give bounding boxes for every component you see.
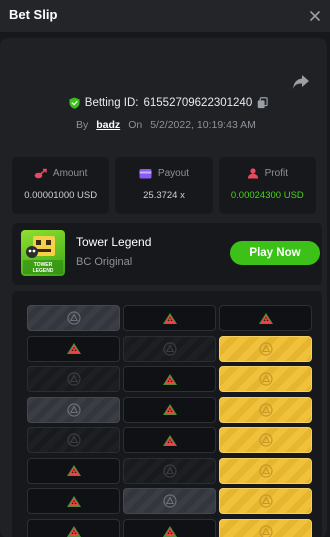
board-cell	[27, 427, 120, 453]
watermelon-icon	[66, 465, 81, 476]
game-thumbnail[interactable]: TOWER LEGEND	[21, 230, 65, 276]
profit-stat: Profit 0.00024300 USD	[218, 157, 316, 214]
board-cell	[219, 335, 312, 362]
tower-gem-icon	[258, 341, 273, 356]
tower-gem-icon	[162, 463, 177, 478]
watermelon-icon	[162, 312, 177, 324]
tower-legend-logo-icon: TOWER LEGEND	[23, 236, 63, 274]
bet-info-card: Betting ID: 61552709622301240 By badz On…	[0, 38, 327, 537]
close-icon	[310, 11, 320, 21]
payout-stat-header: Payout	[115, 168, 212, 179]
board-cell	[219, 366, 312, 392]
profit-value: 0.00024300 USD	[230, 190, 304, 201]
board-cell	[123, 305, 216, 331]
game-board	[12, 291, 322, 537]
payout-stat: Payout 25.3724 x	[115, 157, 213, 214]
board-cell	[123, 427, 216, 453]
profit-stat-header: Profit	[219, 168, 316, 179]
amount-value: 0.00001000 USD	[24, 190, 98, 201]
username-link[interactable]: badz	[96, 119, 120, 131]
bet-slip-header: Bet Slip	[0, 0, 330, 32]
bet-slip-panel: Betting ID: 61552709622301240 By badz On…	[0, 32, 330, 537]
amount-stat-header: Amount	[12, 168, 109, 179]
payout-label: Payout	[157, 168, 190, 179]
tower-gem-icon	[258, 402, 273, 417]
watermelon-icon	[66, 343, 81, 354]
profit-label: Profit	[264, 168, 288, 179]
betting-id-row: Betting ID: 61552709622301240	[0, 97, 330, 109]
amount-label: Amount	[52, 168, 88, 179]
board-cell	[27, 305, 120, 331]
amount-stat: Amount 0.00001000 USD	[12, 157, 110, 214]
watermelon-icon	[66, 495, 81, 507]
watermelon-icon	[162, 526, 177, 537]
board-cell	[27, 488, 120, 514]
tower-gem-icon	[66, 372, 81, 386]
tower-gem-icon	[66, 402, 81, 417]
close-button[interactable]	[305, 6, 325, 26]
board-cell	[219, 518, 312, 537]
tower-gem-icon	[66, 311, 81, 325]
share-icon	[293, 75, 309, 89]
tower-gem-icon	[258, 463, 273, 478]
board-cell	[123, 518, 216, 537]
on-label: On	[128, 119, 143, 131]
betting-id-label: Betting ID:	[84, 97, 139, 109]
profit-user-icon	[247, 168, 258, 179]
tower-gem-icon	[162, 494, 177, 508]
by-label: By	[76, 119, 89, 131]
amount-coins-icon	[34, 168, 47, 179]
share-button[interactable]	[292, 74, 312, 92]
board-cell	[219, 488, 312, 514]
tower-gem-icon	[258, 433, 273, 447]
board-cell	[27, 396, 120, 423]
board-cell	[27, 457, 120, 484]
watermelon-icon	[162, 404, 177, 415]
play-now-button[interactable]: Play Now	[230, 241, 320, 265]
copy-icon[interactable]	[257, 97, 268, 109]
game-card: TOWER LEGEND Tower Legend BC Original Pl…	[12, 223, 322, 285]
board-cell	[123, 457, 216, 484]
watermelon-icon	[162, 434, 177, 446]
board-cell	[219, 457, 312, 484]
board-cell	[27, 335, 120, 362]
page-title: Bet Slip	[9, 7, 58, 22]
tower-gem-icon	[258, 494, 273, 508]
board-cell	[123, 366, 216, 392]
board-cell	[219, 396, 312, 423]
game-provider: BC Original	[76, 256, 133, 268]
bet-stats: Amount 0.00001000 USD Payout 25.3724 x P…	[12, 157, 316, 214]
game-name: Tower Legend	[76, 235, 152, 249]
verified-shield-icon	[69, 97, 80, 109]
bet-author-row: By badz On 5/2/2022, 10:19:43 AM	[76, 119, 256, 131]
tower-gem-icon	[258, 372, 273, 386]
payout-value: 25.3724 x	[143, 190, 185, 201]
tower-gem-icon	[258, 524, 273, 537]
tower-gem-icon	[162, 341, 177, 356]
board-cell	[27, 366, 120, 392]
board-cell	[123, 488, 216, 514]
tower-gem-icon	[66, 433, 81, 447]
board-cell	[219, 305, 312, 331]
watermelon-icon	[162, 373, 177, 385]
board-cell	[123, 335, 216, 362]
watermelon-icon	[258, 312, 273, 324]
board-cell	[27, 518, 120, 537]
bet-datetime: 5/2/2022, 10:19:43 AM	[150, 119, 256, 131]
thumb-text-line2: LEGEND	[33, 268, 54, 274]
board-cell	[219, 427, 312, 453]
betting-id-value: 61552709622301240	[143, 97, 253, 109]
payout-wallet-icon	[139, 169, 152, 179]
watermelon-icon	[66, 526, 81, 537]
board-cell	[123, 396, 216, 423]
